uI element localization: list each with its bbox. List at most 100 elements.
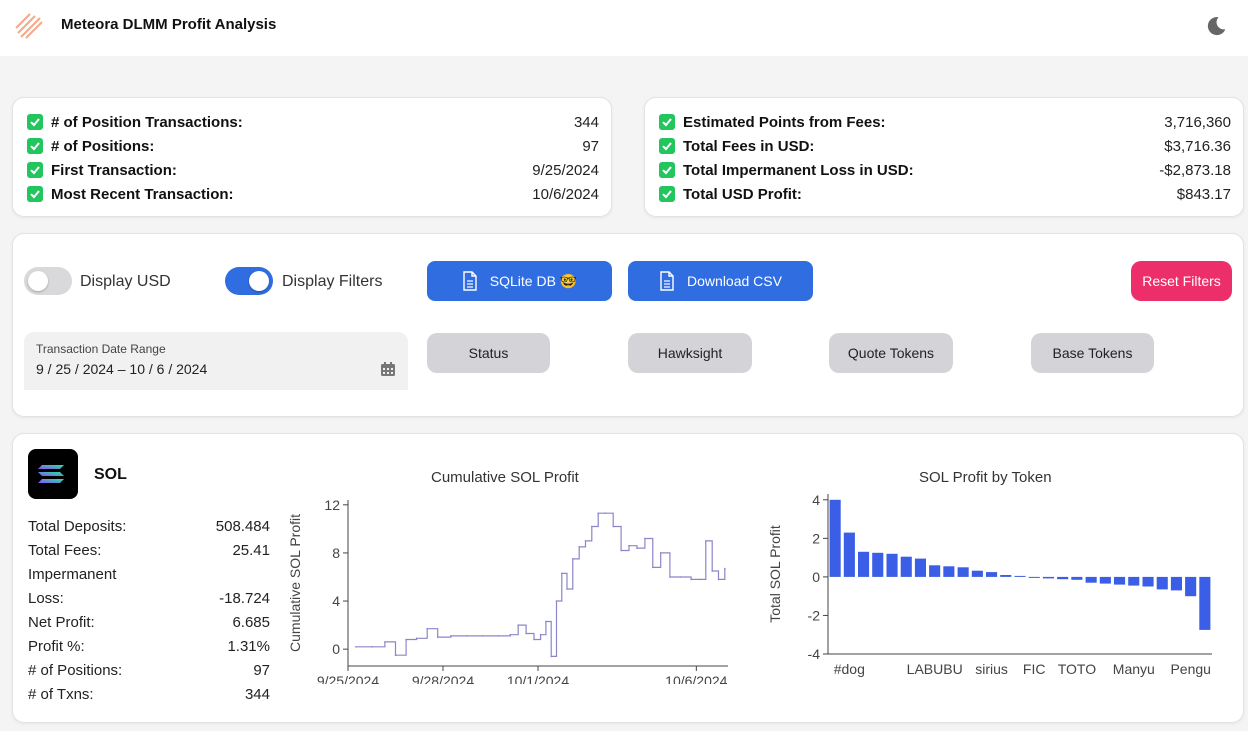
y-tick-label: -2 <box>808 607 821 623</box>
check-icon <box>27 138 43 154</box>
file-icon <box>463 271 477 291</box>
sol-metric-row: Net Profit: 6.685 <box>28 614 270 636</box>
display-usd-toggle[interactable] <box>24 267 72 295</box>
data-point <box>628 544 630 547</box>
dark-mode-moon-icon[interactable] <box>1204 14 1228 38</box>
check-icon <box>27 162 43 178</box>
metric-label: # of Txns: <box>28 686 94 703</box>
y-tick-label: 8 <box>332 545 340 561</box>
sol-profit-by-token-chart: -4 -2 0 2 4 Total SOL Profit #dog LABUBU sirius F… <box>767 492 1212 677</box>
base-tokens-filter-button[interactable]: Base Tokens <box>1031 333 1154 373</box>
bar <box>1085 576 1097 583</box>
stat-value: 10/6/2024 <box>532 185 599 203</box>
bar <box>943 566 955 577</box>
data-point <box>636 547 638 549</box>
sqlite-db-button[interactable]: SQLite DB 🤓 <box>427 261 612 301</box>
bar <box>829 499 841 577</box>
bar <box>1071 576 1083 580</box>
stat-row: Total Fees in USD: $3,716.36 <box>659 135 1231 157</box>
stat-label: Total Fees in USD: <box>683 137 815 155</box>
stat-row: Estimated Points from Fees: 3,716,360 <box>659 111 1231 133</box>
metric-label: Impermanent <box>28 566 117 583</box>
x-tick-label: 10/1/2024 <box>507 673 569 684</box>
bar <box>986 572 998 577</box>
stat-row: Total USD Profit: $843.17 <box>659 183 1231 205</box>
data-point <box>384 641 386 643</box>
metric-value: 25.41 <box>232 542 270 559</box>
metric-label: Profit %: <box>28 638 85 655</box>
y-tick-label: -4 <box>808 646 821 662</box>
data-point <box>539 633 542 636</box>
toggle-knob <box>28 271 48 291</box>
download-csv-label: Download CSV <box>687 273 782 289</box>
data-point <box>545 620 547 623</box>
data-point <box>690 578 692 581</box>
file-icon <box>660 271 674 291</box>
date-range-picker[interactable]: Transaction Date Range 9 / 25 / 2024 – 1… <box>24 332 408 390</box>
metric-value: 508.484 <box>215 518 270 535</box>
stat-value: $3,716.36 <box>1164 137 1231 155</box>
quote-tokens-filter-button[interactable]: Quote Tokens <box>829 333 953 373</box>
bar <box>1142 576 1154 587</box>
check-icon <box>27 114 43 130</box>
download-csv-button[interactable]: Download CSV <box>628 261 813 301</box>
solana-token-icon <box>28 449 78 499</box>
stat-row: First Transaction: 9/25/2024 <box>27 159 599 181</box>
data-point <box>652 566 654 569</box>
stat-value: 97 <box>582 137 599 155</box>
data-point <box>724 567 726 570</box>
x-tick-label: Manyu <box>1113 661 1155 677</box>
summary-card-left: # of Position Transactions: 344 # of Pos… <box>12 97 612 217</box>
stat-label: Most Recent Transaction: <box>51 185 234 203</box>
stat-row: Total Impermanent Loss in USD: -$2,873.1… <box>659 159 1231 181</box>
stat-value: -$2,873.18 <box>1159 161 1231 179</box>
check-icon <box>659 114 675 130</box>
metric-value: 344 <box>244 686 270 703</box>
data-point <box>620 549 622 552</box>
data-point <box>525 632 527 635</box>
y-tick-label: 4 <box>332 593 340 609</box>
stat-row: # of Positions: 97 <box>27 135 599 157</box>
data-point <box>533 638 535 641</box>
display-filters-label: Display Filters <box>282 273 383 290</box>
bar <box>1156 576 1168 590</box>
bar <box>1114 576 1126 585</box>
check-icon <box>27 186 43 202</box>
metric-label: Total Fees: <box>28 542 102 559</box>
data-point <box>394 654 397 656</box>
sol-metric-row: Loss: -18.724 <box>28 590 270 612</box>
data-point <box>371 646 373 648</box>
display-usd-label: Display USD <box>80 273 171 290</box>
x-tick-label: #dog <box>834 661 865 677</box>
stat-label: # of Position Transactions: <box>51 113 243 131</box>
metric-value: 6.685 <box>232 614 270 631</box>
data-point <box>679 576 682 578</box>
status-filter-button[interactable]: Status <box>427 333 550 373</box>
metric-value: -18.724 <box>219 590 270 607</box>
data-point <box>497 635 500 637</box>
bar <box>1057 576 1069 580</box>
data-point <box>644 537 646 540</box>
stat-value: 344 <box>573 113 599 131</box>
calendar-icon[interactable] <box>380 361 396 377</box>
bar <box>914 558 926 577</box>
toggle-knob <box>249 271 269 291</box>
stat-value: $843.17 <box>1176 185 1231 203</box>
date-range-value: 9 / 25 / 2024 – 10 / 6 / 2024 <box>36 361 208 377</box>
bar <box>1042 576 1054 579</box>
sol-metric-row: Impermanent <box>28 566 270 588</box>
data-point <box>466 635 468 637</box>
app-title: Meteora DLMM Profit Analysis <box>61 16 277 33</box>
stat-label: Total Impermanent Loss in USD: <box>683 161 914 179</box>
bar <box>900 556 912 577</box>
stat-label: Total USD Profit: <box>683 185 802 203</box>
data-point <box>711 570 713 572</box>
y-tick-label: 0 <box>812 569 820 585</box>
reset-filters-button[interactable]: Reset Filters <box>1131 261 1232 301</box>
hawksight-filter-button[interactable]: Hawksight <box>628 333 752 373</box>
sol-metric-row: Total Fees: 25.41 <box>28 542 270 564</box>
bar <box>1014 575 1026 577</box>
display-filters-toggle[interactable] <box>225 267 273 295</box>
data-point <box>561 572 563 575</box>
bar <box>843 532 855 577</box>
